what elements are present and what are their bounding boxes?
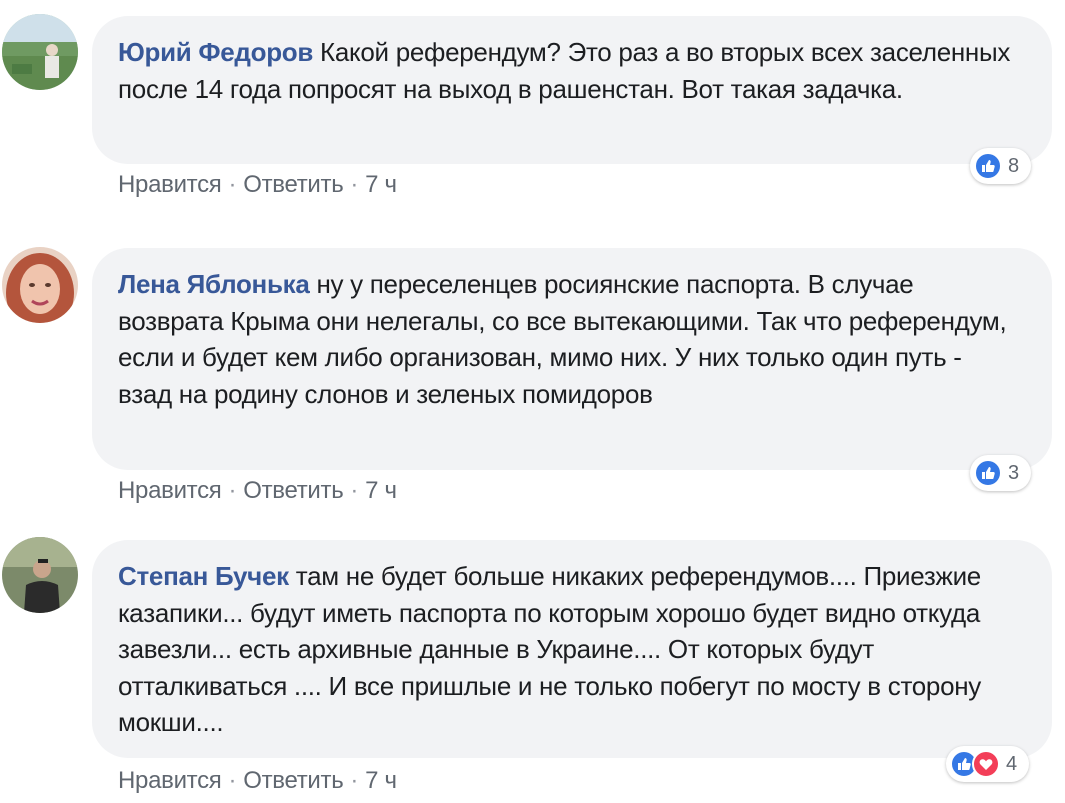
separator: ·	[228, 767, 237, 794]
reaction-count: 3	[1008, 461, 1020, 484]
comment-author[interactable]: Степан Бучек	[118, 561, 289, 591]
comment-bubble: Юрий Федоров Какой референдум? Это раз а…	[92, 16, 1052, 164]
reactions-summary[interactable]: 3	[970, 455, 1032, 491]
comment-author[interactable]: Юрий Федоров	[118, 37, 313, 67]
separator: ·	[228, 171, 237, 198]
like-icon	[974, 459, 1002, 487]
like-link[interactable]: Нравится	[118, 767, 222, 794]
reply-link[interactable]: Ответить	[243, 477, 343, 504]
comment-bubble: Лена Яблонька ну у переселенцев росиянск…	[92, 248, 1052, 470]
reaction-count: 4	[1006, 752, 1018, 775]
comment-bubble: Степан Бучек там не будет больше никаких…	[92, 540, 1052, 758]
like-link[interactable]: Нравится	[118, 171, 222, 198]
timestamp[interactable]: 7 ч	[365, 767, 397, 794]
separator: ·	[350, 767, 359, 794]
love-icon	[972, 750, 1000, 778]
timestamp[interactable]: 7 ч	[365, 477, 397, 504]
like-link[interactable]: Нравится	[118, 477, 222, 504]
reply-link[interactable]: Ответить	[243, 767, 343, 794]
reply-link[interactable]: Ответить	[243, 171, 343, 198]
comment-actions: Нравится · Ответить · 7 ч	[118, 171, 397, 199]
timestamp[interactable]: 7 ч	[365, 171, 397, 198]
comment-actions: Нравится · Ответить · 7 ч	[118, 767, 397, 795]
separator: ·	[350, 477, 359, 504]
comment-author[interactable]: Лена Яблонька	[118, 269, 310, 299]
comment-actions: Нравится · Ответить · 7 ч	[118, 477, 397, 505]
reactions-summary[interactable]: 8	[970, 148, 1032, 184]
separator: ·	[228, 477, 237, 504]
avatar[interactable]	[2, 14, 78, 90]
avatar[interactable]	[2, 247, 78, 323]
avatar[interactable]	[2, 537, 78, 613]
reaction-count: 8	[1008, 154, 1020, 177]
reactions-summary[interactable]: 4	[946, 746, 1030, 782]
like-icon	[974, 152, 1002, 180]
separator: ·	[350, 171, 359, 198]
